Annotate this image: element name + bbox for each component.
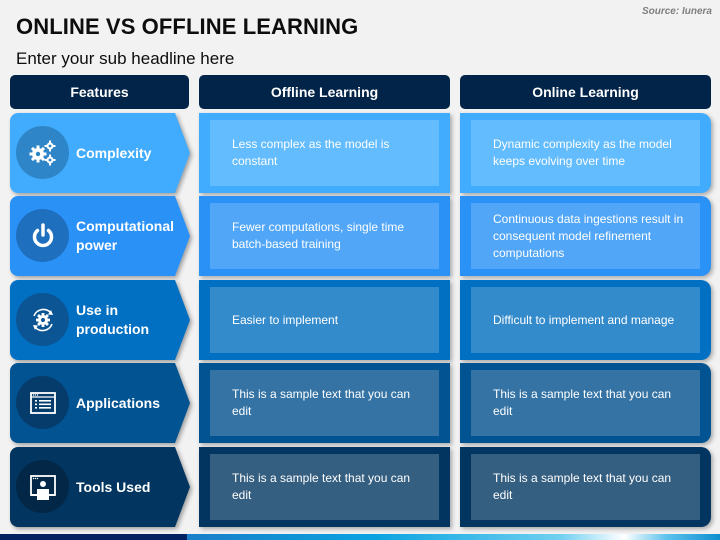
offline-cell-text: Easier to implement — [210, 287, 439, 353]
online-cell: This is a sample text that you can edit — [460, 363, 711, 443]
feature-icon-circle — [16, 209, 69, 262]
offline-cell: This is a sample text that you can edit — [199, 363, 450, 443]
feature-label: Complexity — [76, 144, 152, 161]
footer-band — [0, 534, 720, 540]
feature-icon-circle — [16, 126, 69, 179]
online-cell-text: This is a sample text that you can edit — [471, 454, 700, 520]
column-header-online: Online Learning — [460, 75, 711, 109]
feature-label: Applications — [76, 394, 161, 411]
online-cell-text: Difficult to implement and manage — [471, 287, 700, 353]
offline-cell: Easier to implement — [199, 280, 450, 360]
power-icon — [32, 222, 53, 247]
feature-row-use-in-production: Use in production — [10, 280, 190, 360]
online-cell: Dynamic complexity as the model keeps ev… — [460, 113, 711, 193]
online-cell: This is a sample text that you can edit — [460, 447, 711, 527]
offline-cell: Less complex as the model is constant — [199, 113, 450, 193]
gear-cycle-icon — [32, 308, 53, 331]
feature-row-computational-power: Computational power — [10, 196, 190, 276]
feature-icon-circle — [16, 460, 69, 513]
gears-icon — [29, 140, 55, 165]
feature-row-tools-used: Tools Used — [10, 447, 190, 527]
online-cell-text: Continuous data ingestions result in con… — [471, 203, 700, 269]
feature-label: Tools Used — [76, 478, 151, 495]
source-note: Source: Iunera — [641, 6, 712, 17]
app-window-list-icon — [29, 391, 56, 414]
feature-icon-circle — [16, 376, 69, 429]
feature-icon-circle — [16, 293, 69, 346]
offline-cell-text: Fewer computations, single time batch-ba… — [210, 203, 439, 269]
feature-row-complexity: Complexity — [10, 113, 190, 193]
feature-label: Use in production — [76, 302, 150, 337]
page-title: ONLINE VS OFFLINE LEARNING — [16, 14, 359, 39]
online-cell: Continuous data ingestions result in con… — [460, 196, 711, 276]
presenter-screen-icon — [29, 474, 56, 500]
online-cell-text: This is a sample text that you can edit — [471, 370, 700, 436]
page-subtitle: Enter your sub headline here — [16, 49, 235, 68]
offline-cell: This is a sample text that you can edit — [199, 447, 450, 527]
offline-cell-text: This is a sample text that you can edit — [210, 370, 439, 436]
feature-label: Computational power — [76, 218, 174, 253]
offline-cell: Fewer computations, single time batch-ba… — [199, 196, 450, 276]
offline-cell-text: This is a sample text that you can edit — [210, 454, 439, 520]
column-header-features: Features — [10, 75, 189, 109]
online-cell-text: Dynamic complexity as the model keeps ev… — [471, 120, 700, 186]
feature-row-applications: Applications — [10, 363, 190, 443]
online-cell: Difficult to implement and manage — [460, 280, 711, 360]
offline-cell-text: Less complex as the model is constant — [210, 120, 439, 186]
column-header-offline: Offline Learning — [199, 75, 450, 109]
